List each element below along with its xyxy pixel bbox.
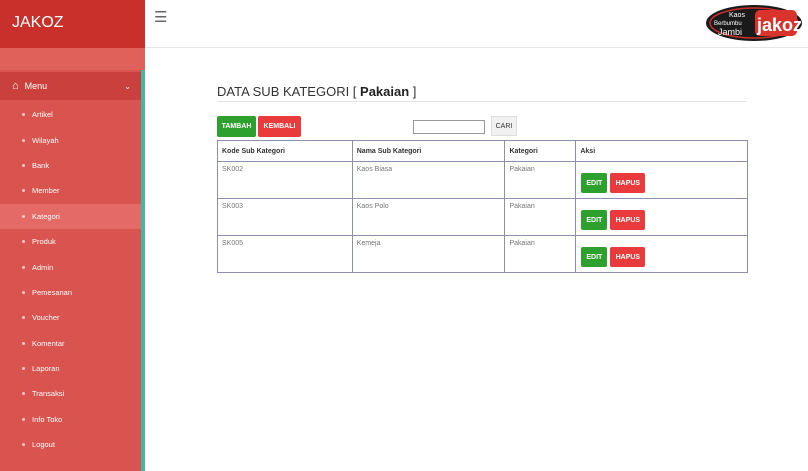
sidebar-item-info-toko[interactable]: Info Toko xyxy=(0,407,141,432)
sidebar-item-label: Info Toko xyxy=(32,414,63,424)
sidebar-item-label: Wilayah xyxy=(32,135,59,145)
sidebar-item-member[interactable]: Member xyxy=(0,178,141,203)
edit-button[interactable]: EDIT xyxy=(581,173,608,193)
cell-nama: Kaos Polo xyxy=(351,198,506,236)
cell-nama: Kemeja xyxy=(351,235,506,273)
page-title-category: Pakaian xyxy=(360,84,410,99)
sidebar-item-artikel[interactable]: Artikel xyxy=(0,102,141,127)
column-header: Aksi xyxy=(575,140,748,162)
sidebar-item-label: Laporan xyxy=(32,364,60,374)
column-header: Kategori xyxy=(504,140,577,162)
menu-label: Menu xyxy=(24,81,48,91)
cell-aksi: EDIT HAPUS xyxy=(575,235,748,273)
kembali-button[interactable]: KEMBALI xyxy=(258,116,301,137)
cell-kategori: Pakaian xyxy=(504,235,577,273)
bullet-icon xyxy=(22,443,25,447)
home-icon: ⌂ xyxy=(12,80,19,92)
bullet-icon xyxy=(22,189,25,193)
page-title: DATA SUB KATEGORI [ Pakaian ] xyxy=(217,84,416,99)
menu-toggle[interactable]: ⌂ Menu ⌄ xyxy=(0,72,141,100)
sidebar-item-label: Logout xyxy=(32,440,55,450)
hamburger-menu-icon[interactable]: ☰ xyxy=(154,10,167,25)
tambah-button[interactable]: TAMBAH xyxy=(217,116,256,137)
page-title-prefix: DATA SUB KATEGORI [ xyxy=(217,84,361,99)
sidebar-item-komentar[interactable]: Komentar xyxy=(0,331,141,356)
page-title-suffix: ] xyxy=(409,84,417,99)
sidebar-item-wilayah[interactable]: Wilayah xyxy=(0,127,141,152)
sidebar-item-label: Produk xyxy=(32,237,56,247)
sidebar-item-kategori[interactable]: Kategori xyxy=(0,203,141,229)
column-header: Nama Sub Kategori xyxy=(351,140,506,162)
bullet-icon xyxy=(22,163,25,167)
column-header: Kode Sub Kategori xyxy=(217,140,353,162)
sidebar-item-label: Pemesanan xyxy=(32,287,73,297)
sidebar-item-label: Transaksi xyxy=(32,389,65,399)
sidebar-item-voucher[interactable]: Voucher xyxy=(0,305,141,330)
cell-kategori: Pakaian xyxy=(504,198,577,236)
table-row: SK003 Kaos Polo Pakaian EDIT HAPUS xyxy=(217,198,748,236)
sidebar-menu: Artikel Wilayah Bank Member Kategori Pro… xyxy=(0,102,141,457)
cell-aksi: EDIT HAPUS xyxy=(575,161,748,199)
bullet-icon xyxy=(22,316,25,320)
sidebar-item-label: Komentar xyxy=(32,338,65,348)
sidebar-item-laporan[interactable]: Laporan xyxy=(0,356,141,381)
edit-button[interactable]: EDIT xyxy=(581,210,608,230)
bullet-icon xyxy=(22,265,25,269)
cell-kode: SK003 xyxy=(217,198,353,236)
table-row: SK005 Kemeja Pakaian EDIT HAPUS xyxy=(217,235,748,273)
sidebar-item-label: Bank xyxy=(32,160,50,170)
sidebar-item-transaksi[interactable]: Transaksi xyxy=(0,381,141,406)
main-content: DATA SUB KATEGORI [ Pakaian ] TAMBAH KEM… xyxy=(145,70,808,471)
store-logo: Kaos Berbumbu Jambi jakoz xyxy=(706,5,802,41)
sidebar-item-pemesanan[interactable]: Pemesanan xyxy=(0,280,141,305)
bullet-icon xyxy=(22,341,25,345)
sidebar-item-produk[interactable]: Produk xyxy=(0,229,141,254)
brand-strip xyxy=(0,48,145,70)
bullet-icon xyxy=(22,290,25,294)
logo-mark: jakoz xyxy=(756,15,802,35)
hapus-button[interactable]: HAPUS xyxy=(610,210,646,230)
sidebar-item-logout[interactable]: Logout xyxy=(0,432,141,457)
title-divider xyxy=(217,101,747,102)
sidebar-item-admin[interactable]: Admin xyxy=(0,254,141,279)
edit-button[interactable]: EDIT xyxy=(581,247,608,267)
logo-text-line1: Kaos xyxy=(729,12,745,19)
sidebar-item-label: Voucher xyxy=(32,313,60,323)
bullet-icon xyxy=(22,214,25,218)
sidebar-item-bank[interactable]: Bank xyxy=(0,153,141,178)
bullet-icon xyxy=(22,113,25,117)
cell-kode: SK005 xyxy=(217,235,353,273)
sidebar-item-label: Artikel xyxy=(32,110,53,120)
cell-aksi: EDIT HAPUS xyxy=(575,198,748,236)
sidebar-item-label: Member xyxy=(32,186,60,196)
bullet-icon xyxy=(22,240,25,244)
sidebar-item-label: Admin xyxy=(32,262,54,272)
search-input[interactable] xyxy=(413,120,485,134)
sidebar: JAKOZ ⌂ Menu ⌄ Artikel Wilayah Bank Memb… xyxy=(0,0,145,471)
bullet-icon xyxy=(22,367,25,371)
sub-kategori-table: Kode Sub Kategori Nama Sub Kategori Kate… xyxy=(217,140,748,273)
top-navbar: ☰ Kaos Berbumbu Jambi jakoz xyxy=(145,0,808,48)
table-header-row: Kode Sub Kategori Nama Sub Kategori Kate… xyxy=(217,140,748,162)
bullet-icon xyxy=(22,138,25,142)
bullet-icon xyxy=(22,417,25,421)
hapus-button[interactable]: HAPUS xyxy=(610,173,646,193)
cari-button[interactable]: CARI xyxy=(491,116,517,136)
table-row: SK002 Kaos Biasa Pakaian EDIT HAPUS xyxy=(217,161,748,199)
bullet-icon xyxy=(22,392,25,396)
brand-title[interactable]: JAKOZ xyxy=(0,0,145,48)
hapus-button[interactable]: HAPUS xyxy=(610,247,646,267)
cell-nama: Kaos Biasa xyxy=(351,161,506,199)
sidebar-item-label: Kategori xyxy=(32,211,60,221)
logo-text-line3: Jambi xyxy=(718,27,742,37)
cell-kategori: Pakaian xyxy=(504,161,577,199)
chevron-down-icon: ⌄ xyxy=(124,81,131,91)
app-window: JAKOZ ⌂ Menu ⌄ Artikel Wilayah Bank Memb… xyxy=(0,0,808,471)
cell-kode: SK002 xyxy=(217,161,353,199)
